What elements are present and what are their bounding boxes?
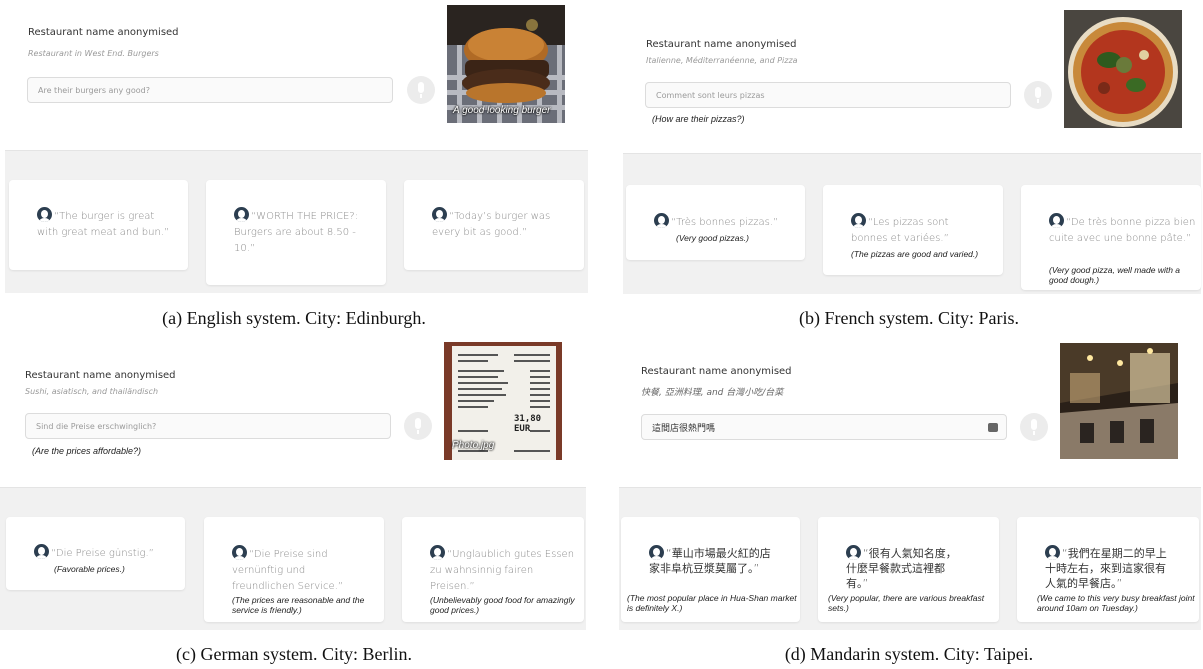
review-card: “Très bonnes pizzas.” (Very good pizzas.… <box>626 185 805 260</box>
review-translation: (Favorable prices.) <box>54 564 125 574</box>
review-text: “Today’s burger was every bit as good.” <box>432 211 551 238</box>
user-avatar-icon <box>234 207 249 222</box>
user-avatar-icon <box>430 545 445 560</box>
review-text: “De très bonne pizza bien cuite avec une… <box>1049 217 1196 244</box>
microphone-icon[interactable] <box>407 76 435 104</box>
photo-caption: A good looking burger <box>453 105 551 116</box>
pizza-image <box>1064 10 1182 128</box>
review-translation: (The prices are reasonable and the servi… <box>232 595 365 615</box>
restaurant-name: Restaurant name anonymised <box>646 39 797 50</box>
keyboard-icon[interactable] <box>988 423 998 432</box>
microphone-icon[interactable] <box>1020 413 1048 441</box>
review-text: “Très bonnes pizzas.” <box>671 217 779 228</box>
review-translation: (Very good pizzas.) <box>676 233 749 243</box>
query-translation: (How are their pizzas?) <box>652 114 745 124</box>
receipt-total: 31,80 EUR <box>514 414 542 434</box>
restaurant-photo: A good looking burger <box>447 5 565 123</box>
review-translation: (Unbelievably good food for amazingly go… <box>430 595 575 615</box>
user-avatar-icon <box>851 213 866 228</box>
review-text: “華山市場最火紅的店家非阜杭豆漿莫屬了。” <box>649 547 771 575</box>
user-avatar-icon <box>232 545 247 560</box>
review-card: “Unglaublich gutes Essen zu wahnsinnig f… <box>402 517 584 622</box>
review-card: “The burger is great with great meat and… <box>9 180 188 270</box>
review-card: “Today’s burger was every bit as good.” <box>404 180 584 270</box>
query-value: 這間店很熱門嗎 <box>652 423 716 434</box>
query-input[interactable]: 這間店很熱門嗎 <box>641 414 1007 440</box>
figure-caption: (b) French system. City: Paris. <box>799 308 1019 328</box>
review-translation: (Very popular, there are various breakfa… <box>828 593 985 613</box>
review-text: “WORTH THE PRICE?: Burgers are about 8.5… <box>234 211 358 254</box>
review-card: “我們在星期二的早上十時左右，來到這家很有人氣的早餐店。” (We came t… <box>1017 517 1199 622</box>
review-translation: (Very good pizza, well made with a good … <box>1049 265 1181 285</box>
review-text: “我們在星期二的早上十時左右，來到這家很有人氣的早餐店。” <box>1045 547 1167 590</box>
query-input[interactable]: Sind die Preise erschwinglich? <box>25 413 391 439</box>
microphone-icon[interactable] <box>404 412 432 440</box>
review-card: “很有人氣知名度，什麼早餐款式這裡都有。” (Very popular, the… <box>818 517 999 622</box>
review-text: “Die Preise sind vernünftig und freundli… <box>232 549 343 592</box>
review-card: “De très bonne pizza bien cuite avec une… <box>1021 185 1201 290</box>
review-translation: (We came to this very busy breakfast joi… <box>1037 593 1195 613</box>
query-translation: (Are the prices affordable?) <box>32 446 142 456</box>
review-card: “Die Preise günstig.” (Favorable prices.… <box>6 517 185 590</box>
review-translation: (The pizzas are good and varied.) <box>851 249 979 259</box>
review-text: “Unglaublich gutes Essen zu wahnsinnig f… <box>430 549 575 592</box>
review-text: “Die Preise günstig.” <box>51 548 154 559</box>
review-card: “Les pizzas sont bonnes et variées.” (Th… <box>823 185 1003 275</box>
user-avatar-icon <box>1045 545 1060 560</box>
user-avatar-icon <box>654 213 669 228</box>
restaurant-interior-image <box>1060 343 1178 459</box>
figure-caption: (d) Mandarin system. City: Taipei. <box>784 644 1034 664</box>
review-card: “WORTH THE PRICE?: Burgers are about 8.5… <box>206 180 386 285</box>
restaurant-photo <box>1064 10 1182 128</box>
user-avatar-icon <box>649 545 664 560</box>
user-avatar-icon <box>34 544 49 559</box>
photo-caption: Photo.jpg <box>452 440 495 451</box>
restaurant-photo <box>1060 343 1178 459</box>
restaurant-subtitle: Restaurant in West End. Burgers <box>28 49 159 58</box>
user-avatar-icon <box>846 545 861 560</box>
restaurant-name: Restaurant name anonymised <box>28 27 179 38</box>
review-card: “華山市場最火紅的店家非阜杭豆漿莫屬了。” (The most popular … <box>621 517 800 622</box>
review-card: “Die Preise sind vernünftig und freundli… <box>204 517 384 622</box>
restaurant-subtitle: Italienne, Méditerranéenne, and Pizza <box>646 56 798 65</box>
query-input[interactable]: Are their burgers any good? <box>27 77 393 103</box>
review-translation: (The most popular place in Hua-Shan mark… <box>627 593 797 613</box>
review-text: “The burger is great with great meat and… <box>37 211 170 238</box>
review-text: “很有人氣知名度，什麼早餐款式這裡都有。” <box>846 547 957 590</box>
query-input[interactable]: Comment sont leurs pizzas <box>645 82 1011 108</box>
figure-caption: (c) German system. City: Berlin. <box>176 644 412 664</box>
microphone-icon[interactable] <box>1024 81 1052 109</box>
restaurant-photo: 31,80 EUR Photo.jpg <box>444 342 562 460</box>
restaurant-subtitle: 快餐, 亞洲料理, and 台灣小吃/台菜 <box>641 388 784 398</box>
user-avatar-icon <box>432 207 447 222</box>
restaurant-subtitle: Sushi, asiatisch, and thailändisch <box>25 387 159 396</box>
user-avatar-icon <box>37 207 52 222</box>
restaurant-name: Restaurant name anonymised <box>25 370 176 381</box>
restaurant-name: Restaurant name anonymised <box>641 366 792 377</box>
user-avatar-icon <box>1049 213 1064 228</box>
figure-caption: (a) English system. City: Edinburgh. <box>162 308 426 328</box>
